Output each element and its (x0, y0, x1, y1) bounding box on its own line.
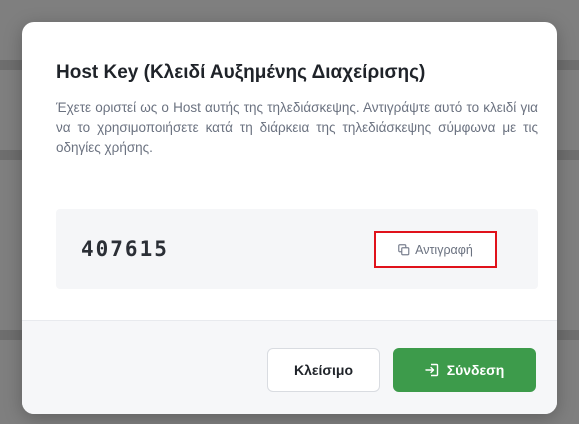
close-button-label: Κλείσιμο (293, 362, 353, 378)
login-icon (424, 363, 439, 377)
connect-button-label: Σύνδεση (446, 362, 505, 378)
host-key-value: 407615 (81, 237, 169, 261)
connect-button[interactable]: Σύνδεση (393, 348, 536, 392)
host-key-box: 407615 Αντιγραφή (56, 209, 538, 289)
dialog-title: Host Key (Κλειδί Αυξημένης Διαχείρισης) (56, 62, 426, 83)
close-button[interactable]: Κλείσιμο (267, 348, 380, 392)
host-key-dialog: Host Key (Κλειδί Αυξημένης Διαχείρισης) … (22, 22, 557, 414)
copy-icon (398, 243, 410, 256)
copy-button-label: Αντιγραφή (415, 242, 473, 257)
dialog-description: Έχετε οριστεί ως ο Host αυτής της τηλεδι… (56, 100, 538, 155)
copy-button[interactable]: Αντιγραφή (374, 231, 497, 268)
dialog-footer: Κλείσιμο Σύνδεση (22, 320, 557, 414)
